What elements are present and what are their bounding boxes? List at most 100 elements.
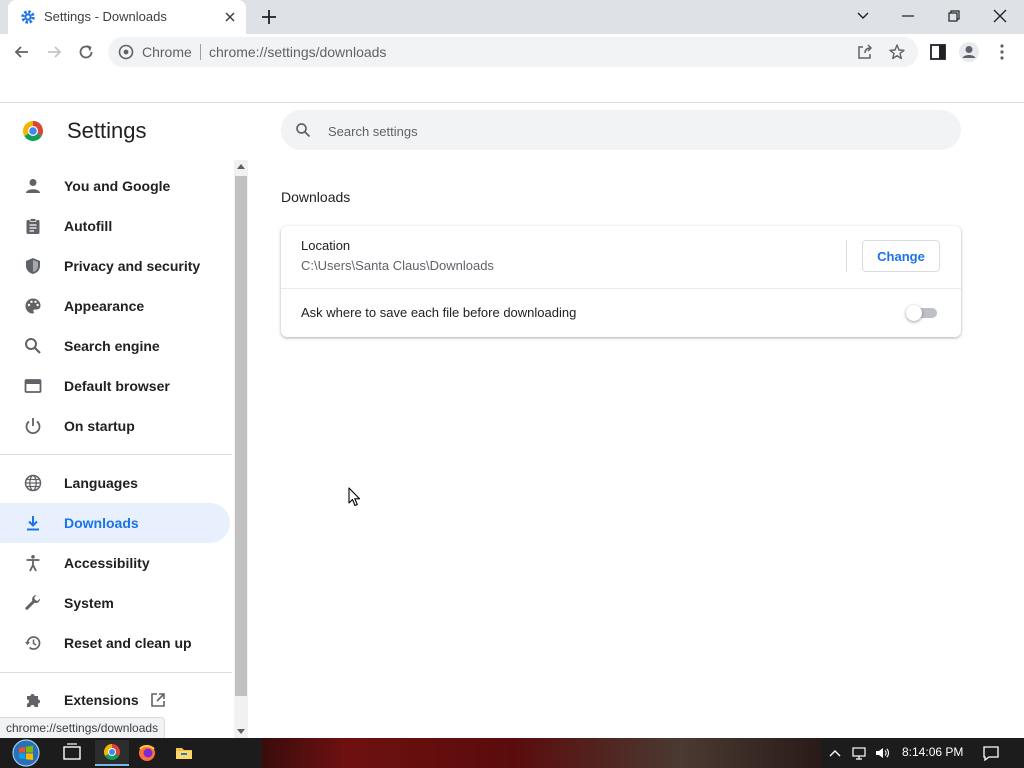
reload-icon[interactable] — [76, 42, 96, 62]
sidebar-item-downloads[interactable]: Downloads — [0, 503, 230, 543]
minimize-icon[interactable] — [898, 6, 918, 26]
section-title: Downloads — [281, 189, 351, 205]
sidebar-item-accessibility[interactable]: Accessibility — [0, 543, 230, 583]
palette-icon — [25, 298, 41, 314]
sidebar-item-search-engine[interactable]: Search engine — [0, 326, 230, 366]
change-location-button[interactable]: Change — [862, 240, 940, 272]
tab-strip: Settings - Downloads — [0, 0, 1024, 34]
menu-kebab-icon[interactable] — [992, 42, 1012, 62]
search-input[interactable] — [326, 120, 930, 142]
tab-search-icon[interactable] — [853, 6, 873, 26]
search-icon — [296, 123, 311, 138]
sidebar-item-privacy-and-security[interactable]: Privacy and security — [0, 246, 230, 286]
person-icon — [26, 179, 40, 193]
card-divider — [846, 240, 847, 272]
share-icon[interactable] — [856, 43, 874, 61]
accessibility-icon — [26, 555, 40, 572]
new-tab-button[interactable] — [260, 8, 278, 26]
side-panel-icon[interactable] — [928, 42, 948, 62]
taskbar-firefox-icon[interactable] — [130, 740, 164, 766]
clipboard-icon — [26, 218, 40, 234]
sidebar-item-label: Default browser — [64, 378, 170, 394]
network-icon[interactable] — [851, 745, 867, 761]
gear-icon — [21, 10, 35, 24]
downloads-card: Location C:\Users\Santa Claus\Downloads … — [281, 226, 961, 337]
taskbar-chrome-icon[interactable] — [95, 740, 129, 766]
sidebar-item-label: Reset and clean up — [64, 635, 192, 651]
restore-window-icon[interactable] — [944, 6, 964, 26]
globe-icon — [24, 474, 42, 492]
browser-toolbar: Chrome chrome://settings/downloads — [0, 34, 1024, 70]
taskbar-background — [262, 738, 822, 768]
system-clock[interactable]: 8:14:06 PM — [902, 745, 963, 759]
location-label: Location — [301, 238, 351, 253]
tab-settings-downloads[interactable]: Settings - Downloads — [8, 0, 246, 34]
location-path: C:\Users\Santa Claus\Downloads — [301, 258, 494, 273]
mouse-cursor-icon — [348, 487, 361, 507]
sidebar-item-languages[interactable]: Languages — [0, 463, 230, 503]
sidebar-item-system[interactable]: System — [0, 583, 230, 623]
omnibox-chip: Chrome — [142, 44, 192, 60]
settings-search[interactable] — [281, 110, 961, 150]
profile-avatar-icon[interactable] — [958, 41, 980, 63]
bookmark-star-icon[interactable] — [888, 43, 906, 61]
sidebar-scrollbar[interactable] — [234, 160, 248, 738]
download-icon — [27, 516, 39, 531]
omnibox-separator — [200, 44, 201, 60]
sidebar-item-autofill[interactable]: Autofill — [0, 206, 230, 246]
show-hidden-icons-icon[interactable] — [827, 745, 843, 761]
sidebar-item-label: On startup — [64, 418, 135, 434]
sidebar-item-label: Privacy and security — [64, 258, 201, 274]
sidebar-divider — [0, 454, 232, 455]
sidebar-item-extensions[interactable]: Extensions — [0, 680, 230, 720]
power-icon — [25, 418, 41, 435]
start-button-icon[interactable] — [6, 738, 46, 768]
notifications-icon[interactable] — [982, 744, 1000, 762]
scroll-down-arrow-icon[interactable] — [237, 729, 245, 734]
sidebar-item-label: Extensions — [64, 692, 139, 708]
address-bar[interactable]: Chrome chrome://settings/downloads — [108, 37, 918, 67]
wrench-icon — [25, 595, 41, 610]
url-text[interactable]: chrome://settings/downloads — [209, 44, 386, 60]
scroll-up-arrow-icon[interactable] — [237, 164, 245, 169]
back-arrow-icon[interactable] — [12, 42, 32, 62]
taskbar-file-explorer-icon[interactable] — [167, 740, 201, 766]
sidebar-item-label: Search engine — [64, 338, 160, 354]
sidebar-item-label: Accessibility — [64, 555, 150, 571]
search-icon — [25, 338, 41, 354]
chrome-logo-icon — [23, 121, 43, 141]
sidebar-item-on-startup[interactable]: On startup — [0, 406, 230, 446]
restore-icon — [25, 636, 41, 650]
forward-arrow-icon[interactable] — [44, 42, 64, 62]
puzzle-icon — [27, 694, 40, 707]
close-icon[interactable] — [222, 9, 238, 25]
tab-title: Settings - Downloads — [44, 9, 167, 24]
browser-window-icon — [24, 379, 42, 393]
volume-icon[interactable] — [874, 745, 890, 761]
ask-where-toggle[interactable] — [906, 305, 938, 321]
task-view-icon[interactable] — [55, 740, 89, 766]
external-link-icon — [151, 693, 165, 707]
scrollbar-thumb[interactable] — [235, 176, 247, 696]
sidebar-item-label: System — [64, 595, 114, 611]
sidebar-item-you-and-google[interactable]: You and Google — [0, 166, 230, 206]
sidebar-item-appearance[interactable]: Appearance — [0, 286, 230, 326]
header-divider — [0, 102, 1024, 103]
sidebar-item-default-browser[interactable]: Default browser — [0, 366, 230, 406]
sidebar-item-label: Languages — [64, 475, 138, 491]
sidebar-divider — [0, 672, 232, 673]
windows-taskbar: 8:14:06 PM — [0, 738, 1024, 768]
card-row-divider — [281, 288, 961, 289]
sidebar-item-label: Downloads — [64, 515, 139, 531]
page-title: Settings — [67, 118, 147, 143]
chrome-site-icon[interactable] — [118, 44, 134, 60]
link-status-bubble: chrome://settings/downloads — [0, 717, 166, 740]
sidebar-item-label: Autofill — [64, 218, 113, 234]
close-window-icon[interactable] — [990, 6, 1010, 26]
sidebar-item-label: You and Google — [64, 178, 171, 194]
shield-icon — [26, 258, 40, 274]
toggle-knob — [906, 305, 922, 321]
ask-where-label: Ask where to save each file before downl… — [301, 305, 577, 320]
sidebar-item-label: Appearance — [64, 298, 145, 314]
sidebar-item-reset-and-clean-up[interactable]: Reset and clean up — [0, 623, 230, 663]
